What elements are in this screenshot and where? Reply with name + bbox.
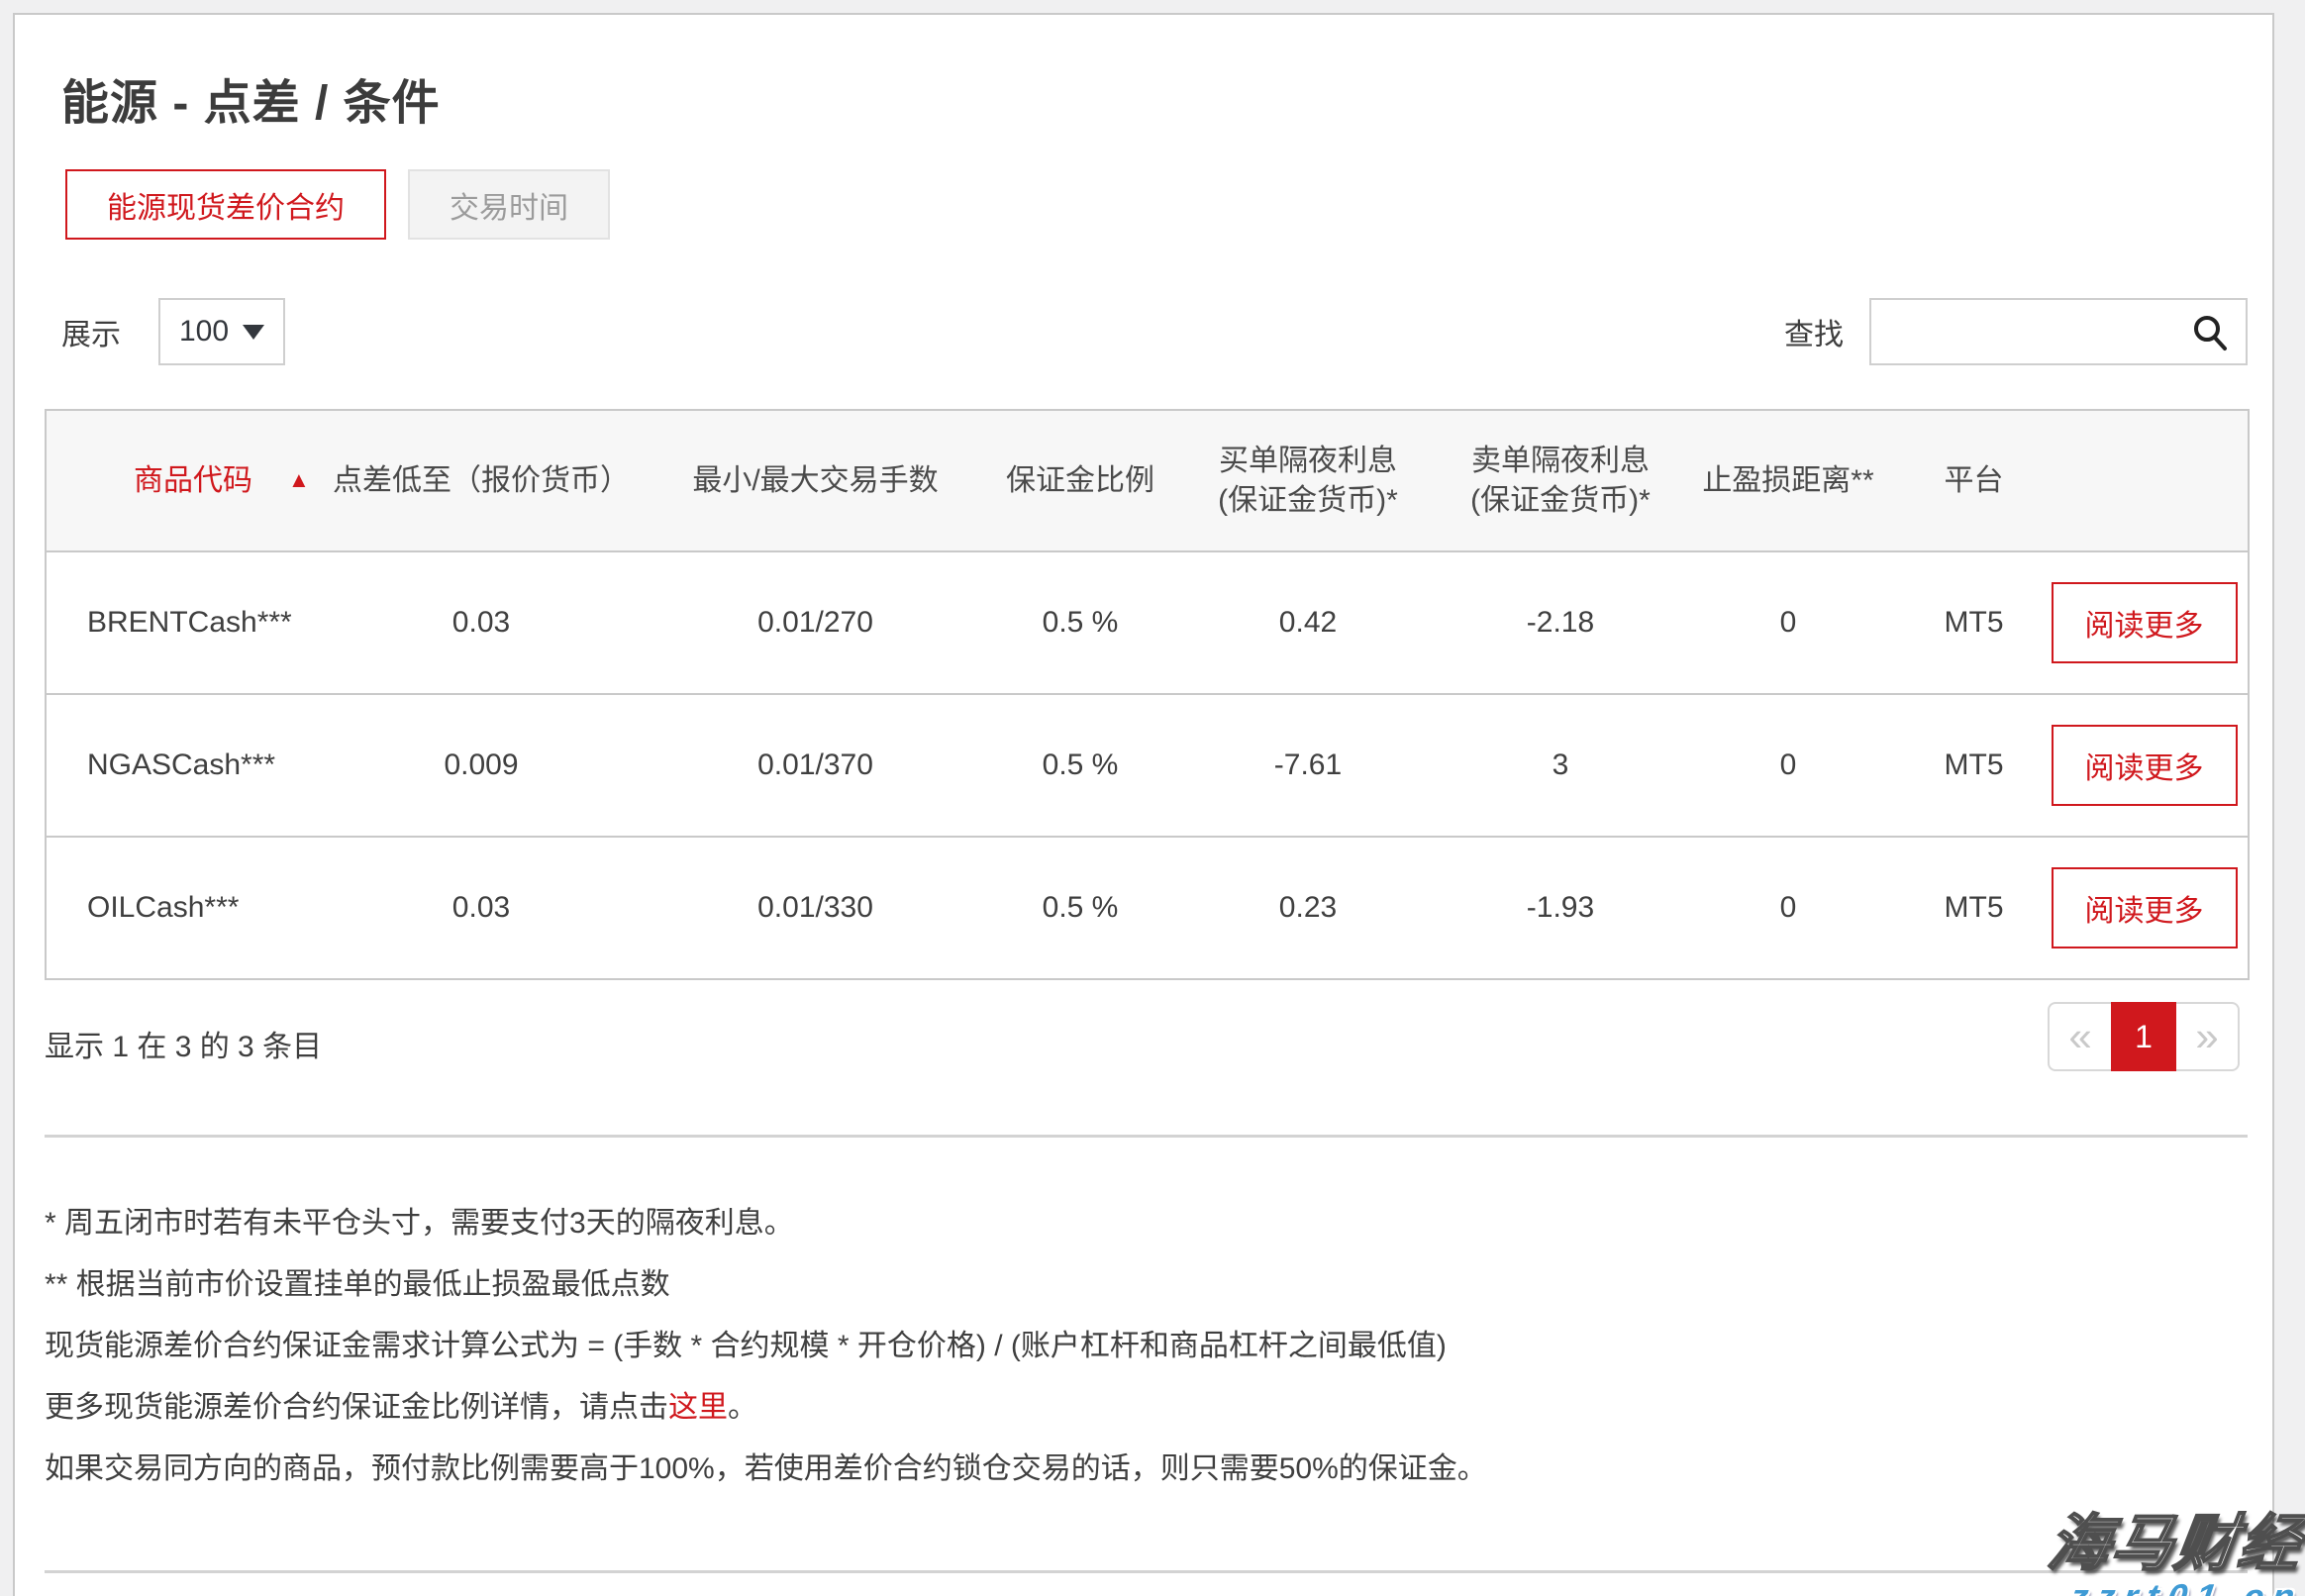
footnote-margin-formula: 现货能源差价合约保证金需求计算公式为 = (手数 * 合约规模 * 开仓价格) … (45, 1331, 1487, 1361)
tab-bar: 能源现货差价合约 交易时间 (65, 169, 610, 240)
show-label: 展示 (61, 310, 121, 353)
watermark-domain: zzrt01.cn (2047, 1576, 2305, 1596)
page-size-select[interactable]: 100 (158, 298, 285, 365)
header-actions (2041, 410, 2249, 551)
cell-margin: 0.5 % (996, 837, 1164, 979)
sort-asc-icon: ▲ (288, 467, 310, 492)
header-swap-short[interactable]: 卖单隔夜利息 (保证金货币)* (1452, 410, 1669, 551)
cell-symbol: NGASCash*** (46, 694, 328, 837)
entries-summary: 显示 1 在 3 的 3 条目 (45, 1022, 322, 1065)
footnote-swap: * 周五闭市时若有未平仓头寸，需要支付3天的隔夜利息。 (45, 1208, 1487, 1239)
divider (45, 1135, 2248, 1138)
page-title: 能源 - 点差 / 条件 (61, 63, 441, 133)
cell-swap-long: 0.42 (1164, 551, 1452, 694)
cell-swap-long: 0.23 (1164, 837, 1452, 979)
watermark: 海马财经 zzrt01.cn (2050, 1493, 2303, 1596)
cell-platform: MT5 (1907, 694, 2041, 837)
search-box (1869, 298, 2248, 365)
cell-swap-short: 3 (1452, 694, 1669, 837)
watermark-brand: 海马财经 (2044, 1493, 2305, 1582)
header-swap-short-line1: 卖单隔夜利息 (1452, 442, 1669, 481)
prev-page-button[interactable]: « (2048, 1002, 2111, 1071)
cell-sl-distance: 0 (1669, 694, 1907, 837)
divider (45, 1570, 2248, 1573)
next-page-button[interactable]: » (2176, 1002, 2240, 1071)
cell-margin: 0.5 % (996, 694, 1164, 837)
header-swap-long-line1: 买单隔夜利息 (1164, 442, 1452, 481)
footnote-sl-distance: ** 根据当前市价设置挂单的最低止损盈最低点数 (45, 1269, 1487, 1300)
page-size-group: 展示 100 (61, 298, 285, 365)
header-spread[interactable]: 点差低至（报价货币） (328, 410, 635, 551)
page-size-value: 100 (179, 315, 229, 349)
read-more-button[interactable]: 阅读更多 (2052, 725, 2238, 806)
chevron-down-icon (243, 325, 264, 340)
cell-swap-short: -2.18 (1452, 551, 1669, 694)
cell-lots: 0.01/270 (635, 551, 996, 694)
header-margin[interactable]: 保证金比例 (996, 410, 1164, 551)
footnote-margin-details: 更多现货能源差价合约保证金比例详情，请点击这里。 (45, 1392, 1487, 1423)
cell-sl-distance: 0 (1669, 551, 1907, 694)
header-swap-long-line2: (保证金货币)* (1164, 481, 1452, 521)
cell-lots: 0.01/370 (635, 694, 996, 837)
header-swap-short-line2: (保证金货币)* (1452, 481, 1669, 521)
tab-trading-hours-label: 交易时间 (450, 183, 568, 227)
search-group: 查找 (1784, 298, 2248, 365)
tab-energy-cash-cfds[interactable]: 能源现货差价合约 (65, 169, 386, 240)
cell-margin: 0.5 % (996, 551, 1164, 694)
pagination: « 1 » (2048, 1002, 2240, 1071)
instruments-table: 商品代码 ▲ 点差低至（报价货币） 最小/最大交易手数 保证金比例 买单隔夜利息 … (45, 409, 2250, 980)
table-header-row: 商品代码 ▲ 点差低至（报价货币） 最小/最大交易手数 保证金比例 买单隔夜利息 … (46, 410, 2249, 551)
tab-energy-cash-cfds-label: 能源现货差价合约 (107, 183, 345, 227)
search-label: 查找 (1784, 310, 1844, 353)
header-sl-distance[interactable]: 止盈损距离** (1669, 410, 1907, 551)
cell-swap-short: -1.93 (1452, 837, 1669, 979)
header-lots[interactable]: 最小/最大交易手数 (635, 410, 996, 551)
cell-platform: MT5 (1907, 551, 2041, 694)
cell-swap-long: -7.61 (1164, 694, 1452, 837)
here-link[interactable]: 这里 (668, 1391, 728, 1424)
cell-spread: 0.03 (328, 551, 635, 694)
cell-symbol: BRENTCash*** (46, 551, 328, 694)
footnotes: * 周五闭市时若有未平仓头寸，需要支付3天的隔夜利息。 ** 根据当前市价设置挂… (45, 1208, 1487, 1515)
cell-spread: 0.03 (328, 837, 635, 979)
table-row: BRENTCash*** 0.03 0.01/270 0.5 % 0.42 -2… (46, 551, 2249, 694)
cell-actions: 阅读更多 (2041, 837, 2249, 979)
screen: 能源 - 点差 / 条件 能源现货差价合约 交易时间 展示 100 查找 (0, 0, 2305, 1596)
cell-spread: 0.009 (328, 694, 635, 837)
cell-platform: MT5 (1907, 837, 2041, 979)
tab-trading-hours[interactable]: 交易时间 (408, 169, 610, 240)
cell-symbol: OILCash*** (46, 837, 328, 979)
read-more-button[interactable]: 阅读更多 (2052, 867, 2238, 948)
cell-actions: 阅读更多 (2041, 551, 2249, 694)
footnote-hedged-margin: 如果交易同方向的商品，预付款比例需要高于100%，若使用差价合约锁仓交易的话，则… (45, 1453, 1487, 1484)
table-row: NGASCash*** 0.009 0.01/370 0.5 % -7.61 3… (46, 694, 2249, 837)
header-swap-long[interactable]: 买单隔夜利息 (保证金货币)* (1164, 410, 1452, 551)
read-more-button[interactable]: 阅读更多 (2052, 582, 2238, 663)
header-platform[interactable]: 平台 (1907, 410, 2041, 551)
header-symbol-label: 商品代码 (134, 464, 252, 497)
cell-lots: 0.01/330 (635, 837, 996, 979)
search-icon (2190, 313, 2230, 357)
header-symbol[interactable]: 商品代码 ▲ (46, 410, 328, 551)
footnote-margin-details-suffix: 。 (728, 1391, 757, 1424)
cell-sl-distance: 0 (1669, 837, 1907, 979)
table-row: OILCash*** 0.03 0.01/330 0.5 % 0.23 -1.9… (46, 837, 2249, 979)
current-page-button[interactable]: 1 (2111, 1002, 2176, 1071)
cell-actions: 阅读更多 (2041, 694, 2249, 837)
footnote-margin-details-text: 更多现货能源差价合约保证金比例详情，请点击 (45, 1391, 668, 1424)
table-controls: 展示 100 查找 (61, 298, 2248, 365)
